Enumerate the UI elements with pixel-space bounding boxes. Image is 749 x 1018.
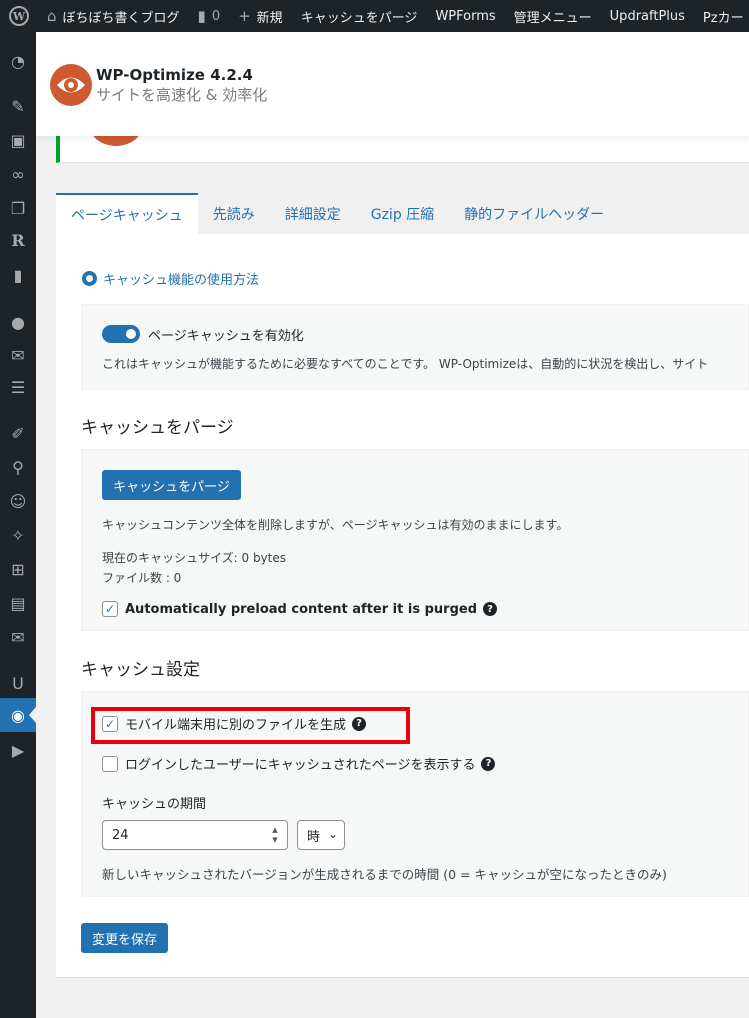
purge-description: キャッシュコンテンツ全体を削除しますが、ページキャッシュは有効のままにします。 [102, 518, 569, 532]
chevron-down-icon: ⌄ [327, 827, 338, 841]
forms-icon[interactable]: ☰ [0, 370, 36, 404]
admin-bar: W ⌂ ぼちぼち書くブログ ▮ 0 + 新規 キャッシュをパージ WPForms… [0, 0, 749, 32]
tab-static-headers[interactable]: 静的ファイルヘッダー [449, 193, 619, 234]
tab-page-cache[interactable]: ページキャッシュ [56, 193, 198, 234]
pin-icon[interactable]: ✎ [0, 89, 36, 123]
wpforms-menu[interactable]: WPForms [426, 0, 504, 32]
lifespan-unit: 時 [307, 829, 321, 845]
link-icon[interactable]: ∞ [0, 157, 36, 191]
lifebuoy-icon [82, 271, 97, 286]
settings-section-title: キャッシュ設定 [81, 660, 200, 680]
mail-icon[interactable]: ✉ [0, 338, 36, 372]
mail-settings-icon[interactable]: ✉ [0, 620, 36, 654]
pz-menu[interactable]: Pzカー [694, 0, 749, 32]
wp-optimize-icon[interactable]: ◉ [0, 698, 36, 732]
logged-in-label: ログインしたユーザーにキャッシュされたページを表示する [125, 758, 476, 773]
updraftplus-menu[interactable]: UpdraftPlus [601, 0, 694, 32]
file-count-text: ファイル数 : 0 [102, 571, 182, 585]
help-question-icon[interactable]: ? [483, 602, 497, 616]
plugin-header: WP-Optimize 4.2.4 サイトを高速化 & 効率化 [36, 32, 749, 136]
help-question-icon[interactable]: ? [481, 756, 496, 771]
highlight-box [91, 707, 410, 744]
plugins-icon[interactable]: ⚲ [0, 450, 36, 484]
comments-link[interactable]: ▮ 0 [189, 0, 230, 32]
enable-cache-box: ページキャッシュを有効化 これはキャッシュが機能するために必要なすべてのことです… [81, 304, 749, 390]
preload-checkbox[interactable]: ✓ [102, 601, 118, 617]
lifespan-unit-select[interactable]: 時 ⌄ [297, 820, 345, 850]
enable-cache-label: ページキャッシュを有効化 [148, 329, 304, 344]
plugin-title: WP-Optimize 4.2.4 [96, 66, 253, 84]
settings-icon[interactable]: ⊞ [0, 552, 36, 586]
pages-icon[interactable]: ❐ [0, 191, 36, 225]
tools-icon[interactable]: ✧ [0, 518, 36, 552]
logged-in-checkbox[interactable] [102, 755, 118, 772]
help-link-text: キャッシュ機能の使用方法 [103, 273, 260, 288]
tab-gzip[interactable]: Gzip 圧縮 [356, 193, 449, 234]
plus-icon: + [238, 7, 251, 25]
tab-advanced[interactable]: 詳細設定 [270, 193, 356, 234]
users-icon[interactable]: ☺ [0, 484, 36, 518]
purge-section-title: キャッシュをパージ [81, 418, 234, 438]
purge-cache-button[interactable]: キャッシュをパージ [102, 470, 241, 500]
lifespan-description: 新しいキャッシュされたバージョンが生成されるまでの時間 (0 = キャッシュが空… [102, 867, 667, 882]
admin-menu[interactable]: 管理メニュー [505, 0, 601, 32]
purge-cache-box: キャッシュをパージ キャッシュコンテンツ全体を削除しますが、ページキャッシュは有… [81, 449, 749, 631]
logged-in-option: ログインしたユーザーにキャッシュされたページを表示する ? [102, 754, 496, 773]
cache-size-text: 現在のキャッシュサイズ: 0 bytes [102, 551, 287, 565]
dashboard-icon[interactable]: ◔ [0, 44, 36, 78]
lifespan-value: 24 [112, 827, 129, 843]
preload-option: ✓ Automatically preload content after it… [102, 601, 497, 617]
settings-tabs: ページキャッシュ 先読み 詳細設定 Gzip 圧縮 静的ファイルヘッダー [56, 193, 619, 234]
page-cache-panel: キャッシュ機能の使用方法 ページキャッシュを有効化 これはキャッシュが機能するた… [56, 234, 749, 978]
wp-optimize-logo [50, 64, 92, 106]
play-icon[interactable]: ▶ [0, 733, 36, 767]
lifespan-label: キャッシュの期間 [102, 797, 207, 812]
admin-sidebar: ◔ ✎ ▣ ∞ ❐ R ▮ ● ✉ ☰ ✐ ⚲ ☺ ✧ ⊞ ▤ ✉ U ◉ ▶ [0, 32, 36, 1018]
save-changes-button[interactable]: 変更を保存 [81, 923, 168, 953]
site-name: ぼちぼち書くブログ [62, 10, 180, 26]
lifespan-number-input[interactable]: 24 ▲ ▼ [102, 820, 288, 850]
new-label: 新規 [256, 10, 283, 26]
site-name-link[interactable]: ⌂ ぼちぼち書くブログ [38, 0, 189, 32]
comment-icon: ▮ [197, 7, 206, 25]
folder-icon[interactable]: ▤ [0, 586, 36, 620]
tab-preload[interactable]: 先読み [198, 193, 270, 234]
r-plugin-icon[interactable]: R [0, 223, 36, 257]
comments-count: 0 [211, 8, 221, 24]
wordpress-icon: W [9, 6, 29, 26]
plugin-subtitle: サイトを高速化 & 効率化 [96, 86, 268, 104]
comments-icon[interactable]: ▮ [0, 258, 36, 292]
new-content-menu[interactable]: + 新規 [229, 0, 292, 32]
preload-label: Automatically preload content after it i… [125, 601, 477, 617]
wordpress-logo-button[interactable]: W [0, 0, 38, 32]
home-icon: ⌂ [47, 7, 57, 25]
updraft-icon[interactable]: U [0, 666, 36, 700]
purge-cache-menu[interactable]: キャッシュをパージ [292, 0, 427, 32]
appearance-icon[interactable]: ● [0, 305, 36, 339]
enable-cache-toggle[interactable] [102, 325, 140, 343]
enable-cache-description: これはキャッシュが機能するために必要なすべてのことです。 WP-Optimize… [102, 357, 709, 371]
spinner-arrows-icon[interactable]: ▲ ▼ [269, 826, 281, 844]
media-icon[interactable]: ▣ [0, 123, 36, 157]
appearance-brush-icon[interactable]: ✐ [0, 416, 36, 450]
cache-help-link[interactable]: キャッシュ機能の使用方法 [82, 269, 259, 288]
